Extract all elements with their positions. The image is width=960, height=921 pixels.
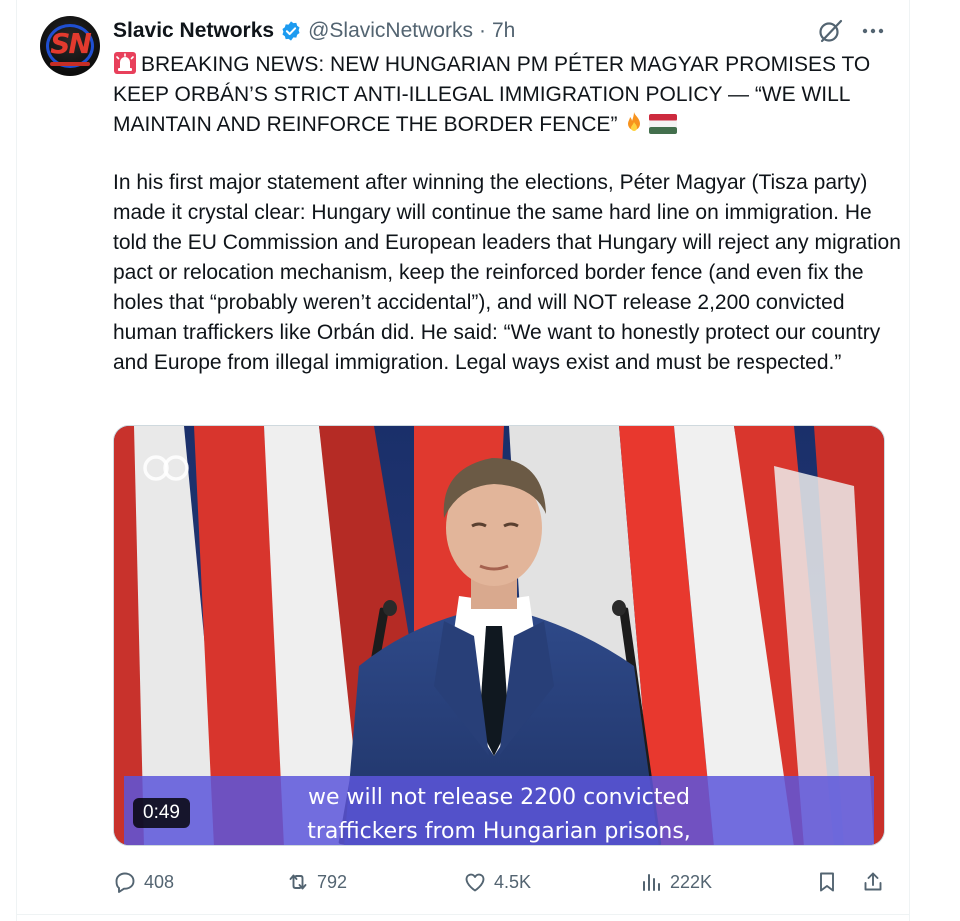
reply-button[interactable]: 408 bbox=[113, 866, 174, 898]
repost-count: 792 bbox=[317, 871, 348, 892]
heart-icon bbox=[465, 873, 485, 892]
avatar[interactable]: SN bbox=[40, 16, 100, 76]
view-count: 222K bbox=[670, 871, 713, 892]
video-player[interactable]: we will not release 2200 convicted traff… bbox=[113, 425, 885, 846]
siren-emoji-icon bbox=[114, 52, 136, 74]
views-button[interactable]: 222K bbox=[639, 866, 712, 898]
more-icon[interactable] bbox=[860, 18, 886, 44]
timeline-left-border bbox=[16, 0, 17, 921]
post-headline: BREAKING NEWS: NEW HUNGARIAN PM PÉTER MA… bbox=[113, 50, 903, 140]
author-handle[interactable]: @SlavicNetworks bbox=[308, 19, 473, 43]
repost-icon bbox=[289, 874, 307, 890]
share-button[interactable] bbox=[861, 866, 892, 898]
like-button[interactable]: 4.5K bbox=[463, 866, 531, 898]
bookmark-button[interactable] bbox=[815, 866, 846, 898]
repost-button[interactable]: 792 bbox=[286, 866, 347, 898]
like-count: 4.5K bbox=[494, 871, 532, 892]
headline-text: BREAKING NEWS: NEW HUNGARIAN PM PÉTER MA… bbox=[113, 53, 871, 136]
grok-icon[interactable] bbox=[816, 17, 844, 45]
post-time[interactable]: 7h bbox=[492, 19, 515, 43]
subtitle-line-2: traffickers from Hungarian prisons, bbox=[307, 819, 691, 844]
action-bar: 408 792 4.5K 222K bbox=[113, 866, 893, 898]
verified-badge-icon[interactable] bbox=[280, 20, 302, 42]
post-header: Slavic Networks @SlavicNetworks · 7h bbox=[113, 14, 515, 48]
reply-count: 408 bbox=[144, 871, 175, 892]
avatar-tagline-bar bbox=[50, 62, 90, 66]
author-display-name[interactable]: Slavic Networks bbox=[113, 19, 274, 43]
video-timecode: 0:49 bbox=[133, 798, 190, 828]
avatar-letters: SN bbox=[50, 27, 92, 60]
hungary-flag-emoji-icon bbox=[649, 114, 678, 134]
subtitle-line-1: we will not release 2200 convicted bbox=[308, 785, 690, 810]
share-icon bbox=[864, 872, 882, 891]
reply-icon bbox=[115, 872, 135, 893]
time-separator: · bbox=[478, 19, 486, 42]
fire-emoji-icon bbox=[628, 112, 641, 131]
views-icon bbox=[643, 874, 660, 891]
post-bottom-divider bbox=[16, 914, 910, 915]
timeline-right-border bbox=[909, 0, 910, 921]
post-body: In his first major statement after winni… bbox=[113, 171, 901, 374]
bookmark-icon bbox=[820, 872, 834, 892]
